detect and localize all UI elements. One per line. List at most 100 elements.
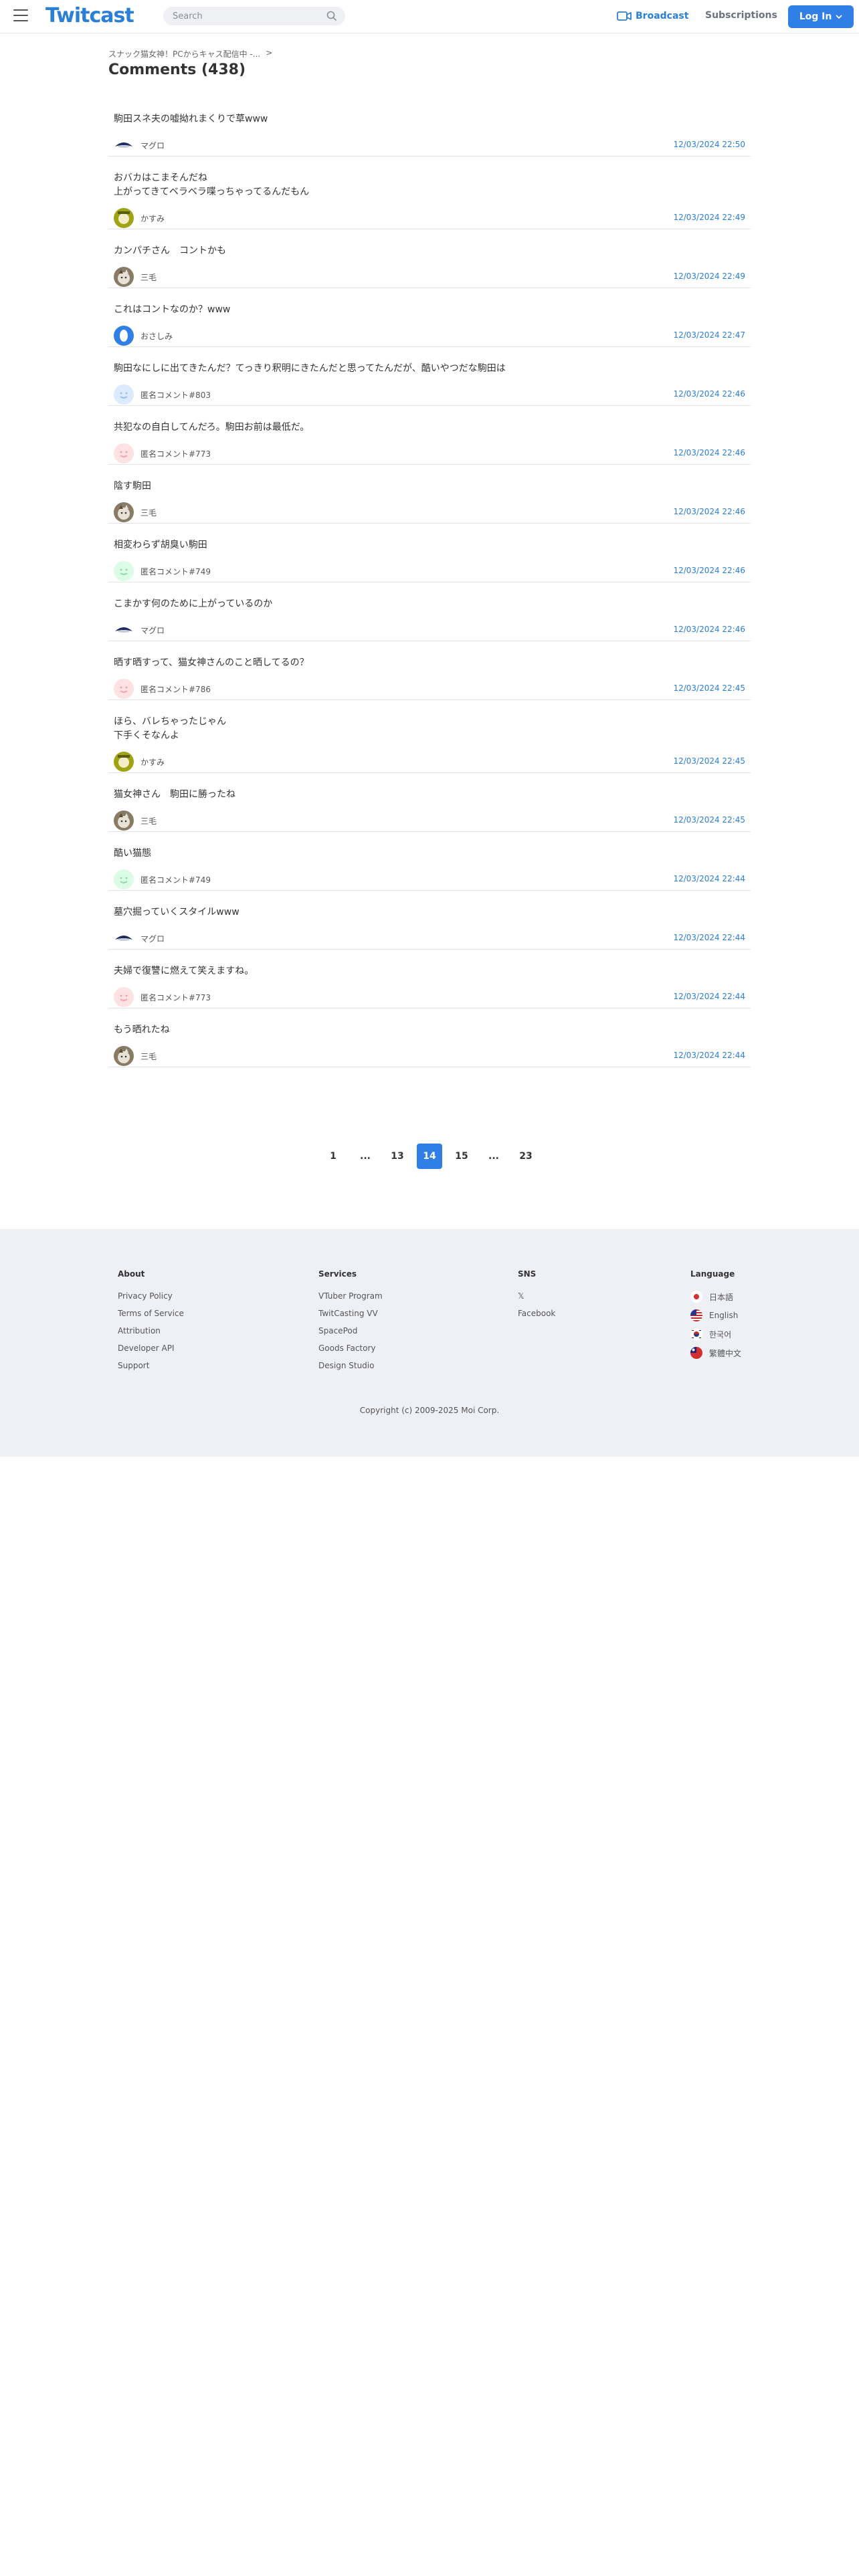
twitcast-logo[interactable]: Twitcast <box>45 4 134 27</box>
breadcrumb-channel-link[interactable]: スナック猫女神！PCからキャス配信中 -... <box>108 48 260 60</box>
subscriptions-link[interactable]: Subscriptions <box>705 10 777 21</box>
user-avatar[interactable] <box>114 679 134 699</box>
comment-user[interactable]: 三毛 <box>114 810 745 831</box>
user-avatar[interactable] <box>114 987 134 1007</box>
user-name[interactable]: マグロ <box>140 933 165 944</box>
user-name[interactable]: 匿名コメント#786 <box>140 683 211 695</box>
comment-timestamp[interactable]: 12/03/2024 22:45 <box>673 815 745 825</box>
comment-timestamp[interactable]: 12/03/2024 22:45 <box>673 683 745 693</box>
comment-user[interactable]: 三毛 <box>114 1045 745 1067</box>
user-name[interactable]: 匿名コメント#749 <box>140 566 211 577</box>
footer-link-terms-of-service[interactable]: Terms of Service <box>118 1308 184 1319</box>
user-name[interactable]: 匿名コメント#773 <box>140 448 211 459</box>
comment-user[interactable]: マグロ <box>114 928 745 949</box>
user-avatar[interactable] <box>114 752 134 772</box>
user-name[interactable]: 三毛 <box>140 272 157 283</box>
footer-link-support[interactable]: Support <box>118 1360 184 1371</box>
footer-link-attribution[interactable]: Attribution <box>118 1325 184 1336</box>
pagination-page-13[interactable]: 13 <box>385 1144 410 1169</box>
comment-timestamp[interactable]: 12/03/2024 22:46 <box>673 625 745 634</box>
user-name[interactable]: 匿名コメント#803 <box>140 389 211 401</box>
pagination-page-14[interactable]: 14 <box>417 1144 442 1169</box>
comment-text: 駒田スネ夫の嘘拗れまくりで草www <box>114 114 268 124</box>
user-avatar[interactable] <box>114 385 134 405</box>
footer-link-developer-api[interactable]: Developer API <box>118 1343 184 1354</box>
comment-item: 猫女神さん 駒田に勝ったね 三毛 12/03/2024 22:45 <box>108 773 751 832</box>
comment-user[interactable]: 匿名コメント#803 <box>114 384 745 405</box>
comment-user[interactable]: マグロ <box>114 619 745 641</box>
comment-item: 相変わらず胡臭い駒田 匿名コメント#749 12/03/2024 22:46 <box>108 524 751 582</box>
user-avatar[interactable] <box>114 811 134 831</box>
comment-user[interactable]: 三毛 <box>114 266 745 288</box>
comment-timestamp[interactable]: 12/03/2024 22:46 <box>673 389 745 399</box>
comment-user[interactable]: 匿名コメント#749 <box>114 869 745 890</box>
footer-link-spacepod[interactable]: SpacePod <box>318 1325 383 1336</box>
user-name[interactable]: 匿名コメント#749 <box>140 874 211 885</box>
footer-language-column: Language 日本語 English 한국어 繁體中文 <box>690 1269 741 1366</box>
comment-timestamp[interactable]: 12/03/2024 22:46 <box>673 507 745 516</box>
user-avatar[interactable] <box>114 1046 134 1066</box>
comment-timestamp[interactable]: 12/03/2024 22:45 <box>673 756 745 766</box>
comment-timestamp[interactable]: 12/03/2024 22:49 <box>673 213 745 222</box>
user-name[interactable]: 三毛 <box>140 815 157 827</box>
language-korean[interactable]: 한국어 <box>690 1328 741 1340</box>
comment-timestamp[interactable]: 12/03/2024 22:44 <box>673 874 745 883</box>
user-avatar[interactable] <box>114 869 134 889</box>
language-japanese[interactable]: 日本語 <box>690 1291 741 1303</box>
language-traditional-chinese[interactable]: 繁體中文 <box>690 1347 741 1359</box>
comment-user[interactable]: かすみ <box>114 207 745 229</box>
comment-user[interactable]: かすみ <box>114 751 745 772</box>
user-name[interactable]: おさしみ <box>140 330 173 342</box>
footer-link-x[interactable]: 𝕏 <box>518 1291 555 1301</box>
footer-link-privacy-policy[interactable]: Privacy Policy <box>118 1291 184 1301</box>
footer-link-goods-factory[interactable]: Goods Factory <box>318 1343 383 1354</box>
footer-link-vtuber-program[interactable]: VTuber Program <box>318 1291 383 1301</box>
hamburger-menu-icon[interactable] <box>13 9 29 23</box>
pagination-page-15[interactable]: 15 <box>449 1144 474 1169</box>
comment-user[interactable]: おさしみ <box>114 325 745 346</box>
user-name[interactable]: かすみ <box>140 756 165 768</box>
user-name[interactable]: 三毛 <box>140 1051 157 1062</box>
comment-user[interactable]: 三毛 <box>114 502 745 523</box>
user-avatar[interactable] <box>114 326 134 346</box>
login-button[interactable]: Log In <box>788 5 854 28</box>
comment-user[interactable]: 匿名コメント#749 <box>114 560 745 582</box>
user-avatar[interactable] <box>114 443 134 463</box>
search-box[interactable] <box>163 7 345 25</box>
user-name[interactable]: マグロ <box>140 625 165 636</box>
user-avatar[interactable] <box>114 208 134 228</box>
pagination-page-23[interactable]: 23 <box>513 1144 539 1169</box>
comment-timestamp[interactable]: 12/03/2024 22:44 <box>673 1051 745 1060</box>
user-avatar[interactable] <box>114 928 134 948</box>
comment-timestamp[interactable]: 12/03/2024 22:50 <box>673 140 745 149</box>
comment-user[interactable]: 匿名コメント#773 <box>114 986 745 1008</box>
comment-item: 陰す駒田 三毛 12/03/2024 22:46 <box>108 465 751 524</box>
comment-timestamp[interactable]: 12/03/2024 22:44 <box>673 992 745 1001</box>
comment-timestamp[interactable]: 12/03/2024 22:49 <box>673 272 745 281</box>
user-name[interactable]: マグロ <box>140 140 165 151</box>
user-avatar[interactable] <box>114 502 134 522</box>
user-name[interactable]: かすみ <box>140 213 165 224</box>
comment-user[interactable]: 匿名コメント#773 <box>114 443 745 464</box>
language-english[interactable]: English <box>690 1309 741 1321</box>
comment-user[interactable]: 匿名コメント#786 <box>114 678 745 700</box>
user-avatar[interactable] <box>114 267 134 287</box>
broadcast-button[interactable]: Broadcast <box>617 9 688 23</box>
footer-link-design-studio[interactable]: Design Studio <box>318 1360 383 1371</box>
user-avatar[interactable] <box>114 620 134 640</box>
search-input[interactable] <box>163 7 310 25</box>
footer-link-facebook[interactable]: Facebook <box>518 1308 555 1319</box>
user-avatar[interactable] <box>114 135 134 155</box>
comment-timestamp[interactable]: 12/03/2024 22:46 <box>673 448 745 457</box>
comment-timestamp[interactable]: 12/03/2024 22:44 <box>673 933 745 942</box>
footer-link-twitcasting-vv[interactable]: TwitCasting VV <box>318 1308 383 1319</box>
user-name[interactable]: 匿名コメント#773 <box>140 992 211 1003</box>
comment-item: 夫婦で復讐に燃えて笑えますね。 匿名コメント#773 12/03/2024 22:4… <box>108 950 751 1008</box>
comment-user[interactable]: マグロ <box>114 134 745 156</box>
pagination-page-1[interactable]: 1 <box>320 1144 346 1169</box>
user-avatar[interactable] <box>114 561 134 581</box>
comment-timestamp[interactable]: 12/03/2024 22:47 <box>673 330 745 340</box>
search-icon[interactable] <box>326 11 337 21</box>
user-name[interactable]: 三毛 <box>140 507 157 518</box>
comment-timestamp[interactable]: 12/03/2024 22:46 <box>673 566 745 575</box>
